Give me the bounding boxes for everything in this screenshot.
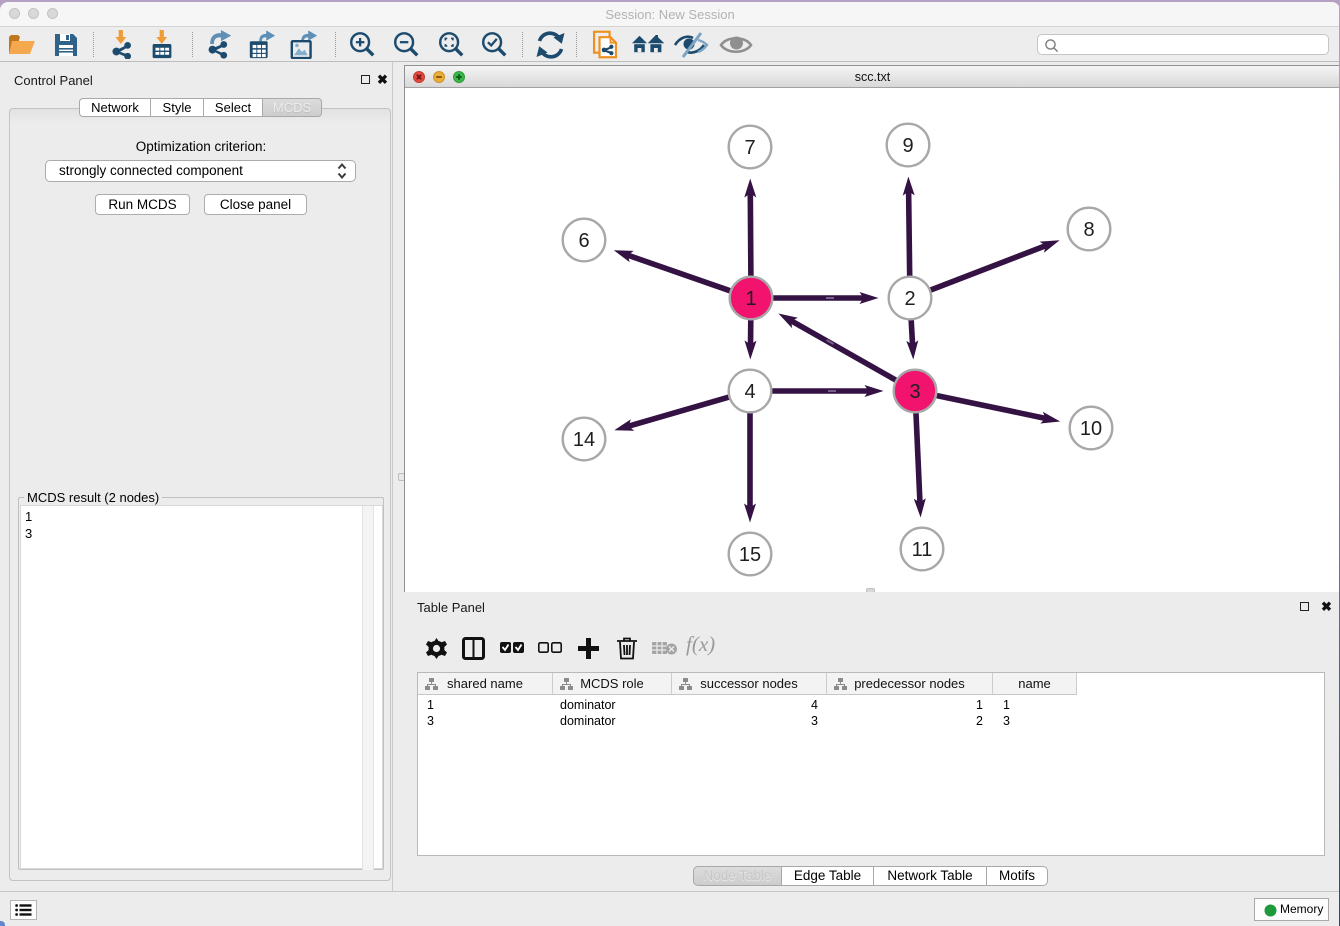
svg-text:11: 11 <box>912 539 933 561</box>
svg-text:8: 8 <box>1083 219 1094 241</box>
svg-text:14: 14 <box>573 429 595 451</box>
svg-text:1: 1 <box>745 288 756 310</box>
svg-text:4: 4 <box>744 381 755 403</box>
svg-text:2: 2 <box>904 288 915 310</box>
svg-text:3: 3 <box>909 381 920 403</box>
svg-text:15: 15 <box>739 544 761 566</box>
svg-text:9: 9 <box>902 135 913 157</box>
svg-text:10: 10 <box>1080 418 1102 440</box>
svg-text:7: 7 <box>744 137 755 159</box>
svg-text:6: 6 <box>578 230 589 252</box>
